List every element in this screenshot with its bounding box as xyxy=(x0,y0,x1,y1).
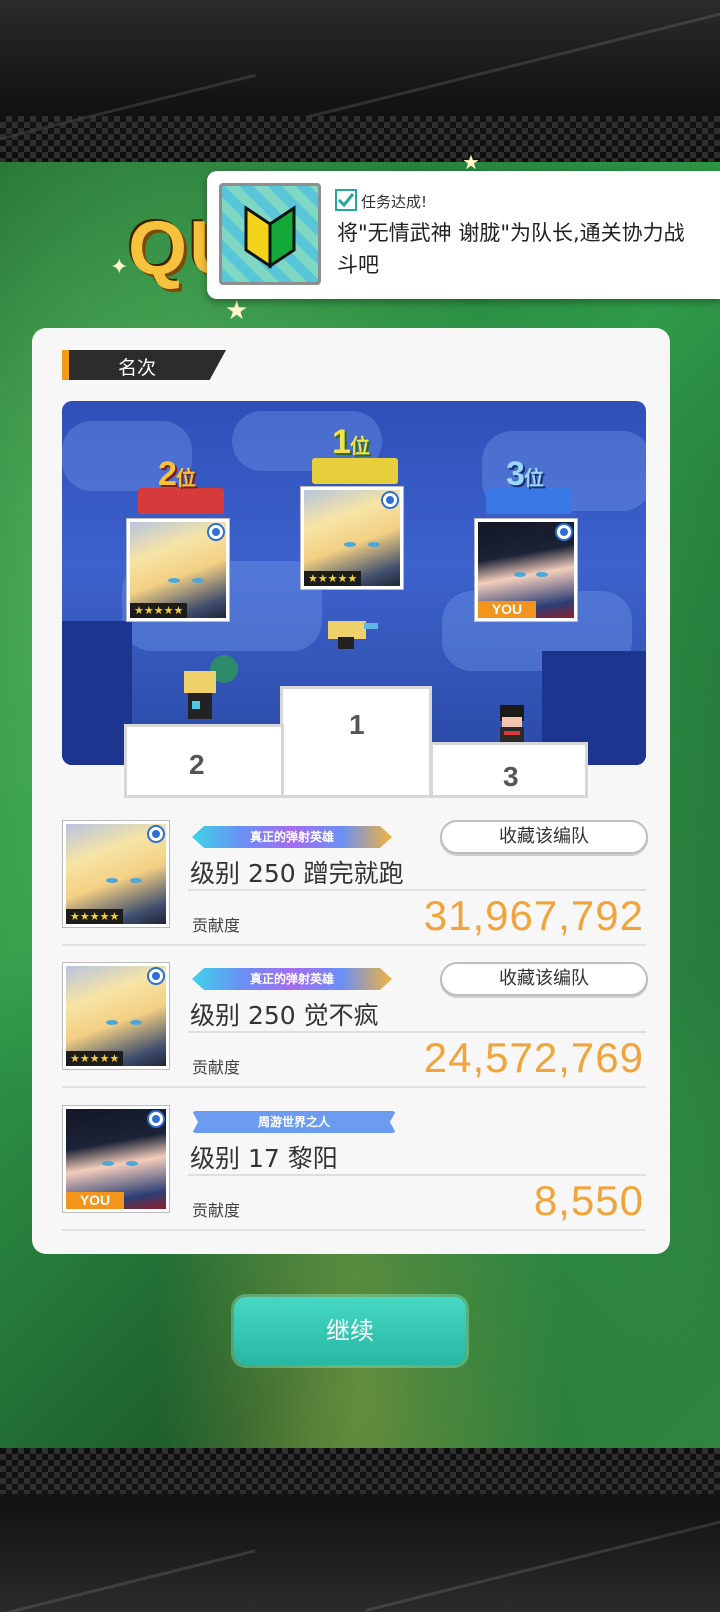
rarity-stars: ★★★★★ xyxy=(66,1051,124,1066)
you-tag: YOU xyxy=(66,1192,124,1209)
rarity-stars: ★★★★★ xyxy=(304,571,362,586)
player-avatar[interactable]: ★★★★★ xyxy=(62,962,170,1070)
element-icon xyxy=(147,825,165,843)
beginner-badge-icon xyxy=(219,183,321,285)
rank-1-label: 1位 xyxy=(332,423,370,461)
rank-1-portrait[interactable]: ★★★★★ xyxy=(300,486,404,590)
results-panel: 名次 1位 ★★★★★ 2位 ★★★★★ 3位 YOU 1 2 3 ★★★★★ … xyxy=(32,328,670,1254)
element-icon xyxy=(207,523,225,541)
player-title-badge: 真正的弹射英雄 xyxy=(192,826,392,848)
player-title-badge: 真正的弹射英雄 xyxy=(192,968,392,990)
player-avatar[interactable]: YOU xyxy=(62,1105,170,1213)
sparkle-icon: ★ xyxy=(225,296,249,326)
rank-2-label: 2位 xyxy=(158,455,196,493)
podium-block-2: 2 xyxy=(124,724,284,798)
element-icon xyxy=(381,491,399,509)
podium-block-3: 3 xyxy=(430,742,588,798)
player-level-name: 级别 250 觉不疯 xyxy=(190,1001,379,1030)
mission-complete-toast[interactable]: 任务达成! 将"无情武神 谢胧"为队长,通关协力战斗吧 xyxy=(207,171,720,299)
podium-block-1: 1 xyxy=(280,686,432,798)
rank-2-portrait[interactable]: ★★★★★ xyxy=(126,518,230,622)
result-row: YOU 周游世界之人 级别 17 黎阳 贡献度 8,550 xyxy=(62,1105,646,1241)
contribution-label: 贡献度 xyxy=(192,1058,241,1077)
continue-button[interactable]: 继续 xyxy=(234,1297,466,1365)
result-row: ★★★★★ 真正的弹射英雄 收藏该编队 级别 250 蹭完就跑 贡献度 31,9… xyxy=(62,820,648,956)
rarity-stars: ★★★★★ xyxy=(130,603,188,618)
element-icon xyxy=(555,523,573,541)
checkbox-checked-icon xyxy=(335,189,357,211)
save-team-button[interactable]: 收藏该编队 xyxy=(440,962,648,996)
element-icon xyxy=(147,1110,165,1128)
player-avatar[interactable]: ★★★★★ xyxy=(62,820,170,928)
contribution-value: 31,967,792 xyxy=(423,892,644,939)
top-frame xyxy=(0,0,720,162)
bottom-frame xyxy=(0,1448,720,1612)
ranking-title: 名次 xyxy=(118,357,157,379)
result-row: ★★★★★ 真正的弹射英雄 收藏该编队 级别 250 觉不疯 贡献度 24,57… xyxy=(62,962,648,1098)
rarity-stars: ★★★★★ xyxy=(66,909,124,924)
mission-description: 将"无情武神 谢胧"为队长,通关协力战斗吧 xyxy=(337,221,685,277)
rank-3-label: 3位 xyxy=(506,455,544,493)
rank-3-portrait[interactable]: YOU xyxy=(474,518,578,622)
contribution-label: 贡献度 xyxy=(192,1201,241,1220)
save-team-button[interactable]: 收藏该编队 xyxy=(440,820,648,854)
player-title-badge: 周游世界之人 xyxy=(192,1111,396,1133)
contribution-label: 贡献度 xyxy=(192,916,241,935)
character-sprite-2 xyxy=(184,655,238,719)
element-icon xyxy=(147,967,165,985)
you-tag: YOU xyxy=(478,601,536,618)
contribution-value: 24,572,769 xyxy=(423,1034,644,1081)
contribution-value: 8,550 xyxy=(533,1177,644,1224)
player-level-name: 级别 250 蹭完就跑 xyxy=(190,859,404,888)
sparkle-icon: ✦ xyxy=(110,255,129,280)
ranking-header: 名次 xyxy=(62,350,226,380)
player-level-name: 级别 17 黎阳 xyxy=(190,1144,338,1173)
mission-status: 任务达成! xyxy=(361,193,428,211)
character-sprite-1 xyxy=(328,621,378,649)
